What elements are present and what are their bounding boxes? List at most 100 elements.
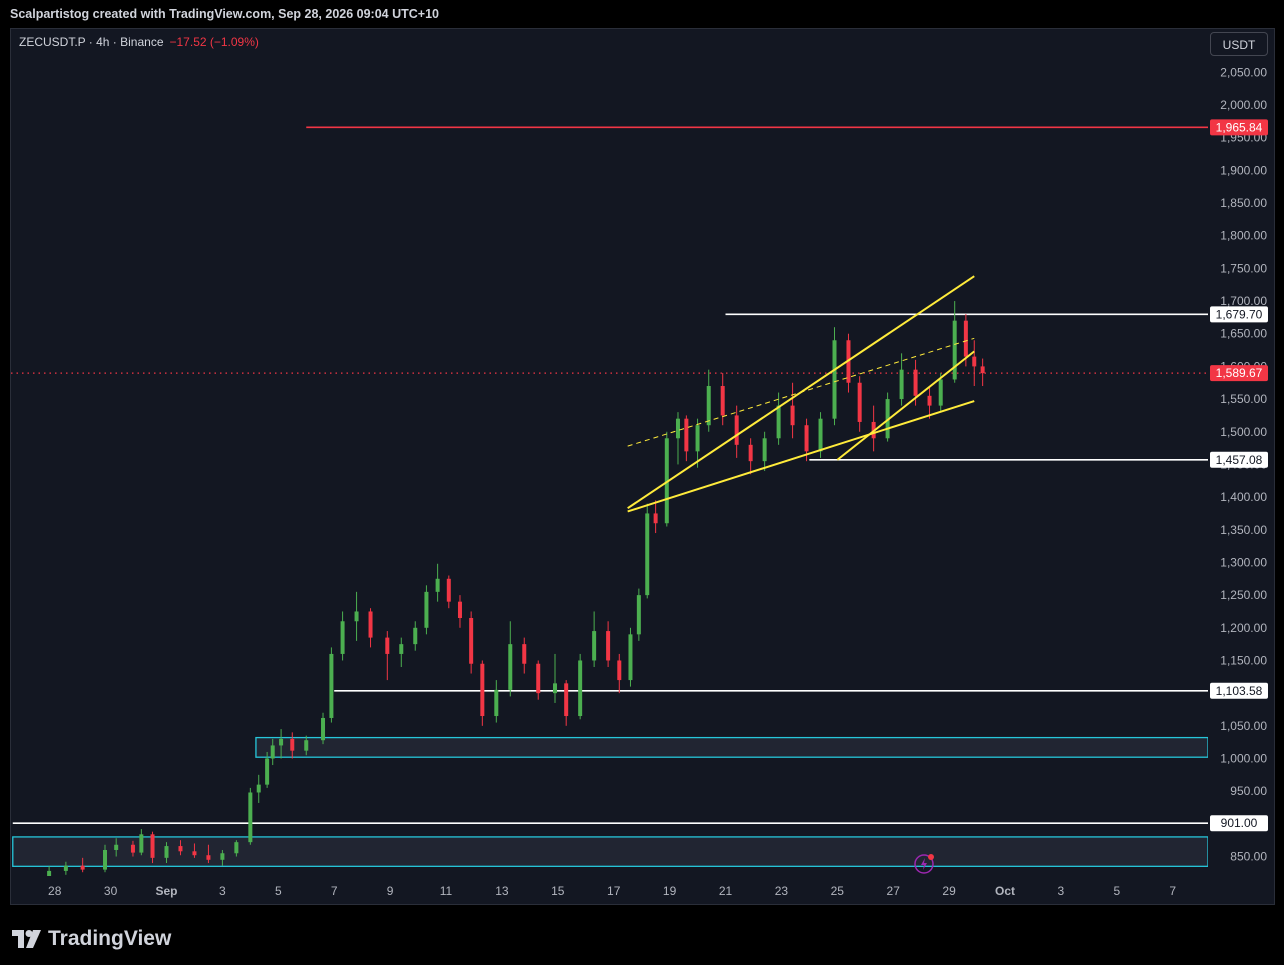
candle[interactable] — [522, 644, 527, 664]
candle[interactable] — [265, 758, 270, 785]
candle[interactable] — [913, 369, 918, 396]
candle[interactable] — [385, 637, 390, 654]
currency-button[interactable]: USDT — [1210, 32, 1268, 56]
demand-zone[interactable] — [12, 836, 1209, 867]
price-tick-label: 1,150.00 — [1220, 653, 1267, 667]
level-price-label: 1,679.70 — [1216, 307, 1263, 321]
time-tick-label: 13 — [495, 884, 509, 898]
candle[interactable] — [734, 415, 739, 445]
candle[interactable] — [340, 621, 345, 654]
candle[interactable] — [290, 738, 295, 751]
symbol-label[interactable]: ZECUSDT.P · 4h · Binance — [19, 35, 164, 49]
candle[interactable] — [636, 595, 641, 635]
chart-pane[interactable]: 850.00900.00950.001,000.001,050.001,100.… — [10, 28, 1275, 905]
candle[interactable] — [368, 611, 373, 638]
candle[interactable] — [446, 578, 451, 602]
time-tick-label: 3 — [219, 884, 226, 898]
candle[interactable] — [684, 418, 689, 452]
candle[interactable] — [80, 865, 85, 870]
candle[interactable] — [536, 663, 541, 694]
tradingview-wordmark: TradingView — [48, 927, 172, 950]
candle[interactable] — [762, 438, 767, 462]
candle[interactable] — [606, 631, 611, 661]
price-tick-label: 1,800.00 — [1220, 229, 1267, 243]
time-tick-label: 27 — [887, 884, 901, 898]
candle[interactable] — [435, 578, 440, 592]
price-tick-label: 2,000.00 — [1220, 98, 1267, 112]
candle[interactable] — [553, 683, 558, 694]
time-tick-label: 9 — [387, 884, 394, 898]
price-tick-label: 850.00 — [1230, 850, 1267, 864]
demand-zone[interactable] — [255, 736, 1209, 758]
candle[interactable] — [206, 855, 211, 860]
candle[interactable] — [279, 738, 284, 746]
candle[interactable] — [480, 663, 485, 717]
time-tick-label: Oct — [995, 884, 1015, 898]
price-tick-label: 1,300.00 — [1220, 555, 1267, 569]
candle[interactable] — [748, 444, 753, 462]
level-price-label: 1,965.84 — [1216, 120, 1263, 134]
candle[interactable] — [304, 740, 309, 751]
attribution-text: Scalpartistog created with TradingView.c… — [10, 7, 439, 21]
candle[interactable] — [256, 784, 261, 793]
price-tick-label: 1,050.00 — [1220, 719, 1267, 733]
candle[interactable] — [963, 320, 968, 357]
candle[interactable] — [706, 386, 711, 426]
candle[interactable] — [413, 627, 418, 645]
price-tick-label: 1,550.00 — [1220, 392, 1267, 406]
candle[interactable] — [47, 870, 52, 877]
candle[interactable] — [899, 369, 904, 400]
candle[interactable] — [508, 644, 513, 690]
price-chart[interactable]: 850.00900.00950.001,000.001,050.001,100.… — [11, 29, 1274, 904]
candle[interactable] — [617, 660, 622, 681]
candle[interactable] — [130, 844, 135, 853]
candle[interactable] — [720, 386, 725, 416]
time-axis[interactable] — [11, 876, 1274, 904]
candle[interactable] — [578, 660, 583, 717]
candle[interactable] — [927, 395, 932, 406]
candle[interactable] — [248, 792, 253, 843]
candle[interactable] — [675, 418, 680, 439]
candle[interactable] — [139, 834, 144, 853]
candle[interactable] — [645, 513, 650, 596]
candle[interactable] — [234, 842, 239, 854]
candle[interactable] — [63, 865, 68, 871]
candle[interactable] — [424, 591, 429, 628]
candle[interactable] — [653, 513, 658, 524]
candle[interactable] — [804, 425, 809, 452]
candle[interactable] — [628, 634, 633, 681]
candle[interactable] — [469, 617, 474, 664]
candle[interactable] — [178, 846, 183, 852]
candle[interactable] — [790, 405, 795, 426]
candle[interactable] — [399, 644, 404, 654]
candle[interactable] — [857, 382, 862, 422]
price-tick-label: 1,850.00 — [1220, 196, 1267, 210]
candle[interactable] — [494, 689, 499, 717]
candle[interactable] — [972, 356, 977, 367]
candle[interactable] — [321, 717, 326, 741]
candle[interactable] — [592, 631, 597, 661]
candle[interactable] — [150, 834, 155, 858]
candle[interactable] — [164, 846, 169, 858]
candle[interactable] — [938, 379, 943, 406]
candle[interactable] — [354, 611, 359, 622]
candle[interactable] — [564, 683, 569, 717]
candle[interactable] — [220, 853, 225, 860]
candle[interactable] — [818, 418, 823, 452]
candle[interactable] — [695, 425, 700, 452]
candle[interactable] — [952, 320, 957, 380]
candle[interactable] — [103, 849, 108, 870]
time-tick-label: 23 — [775, 884, 789, 898]
time-tick-label: 30 — [104, 884, 118, 898]
candle[interactable] — [980, 366, 985, 374]
candle[interactable] — [776, 405, 781, 439]
chart-background — [11, 29, 1274, 904]
price-tick-label: 1,900.00 — [1220, 163, 1267, 177]
candle[interactable] — [457, 601, 462, 618]
candle[interactable] — [114, 844, 119, 850]
candle[interactable] — [329, 653, 334, 718]
candle[interactable] — [270, 745, 275, 759]
candle[interactable] — [192, 851, 197, 856]
footer-bar: TradingView — [0, 905, 1284, 965]
candle[interactable] — [832, 340, 837, 419]
